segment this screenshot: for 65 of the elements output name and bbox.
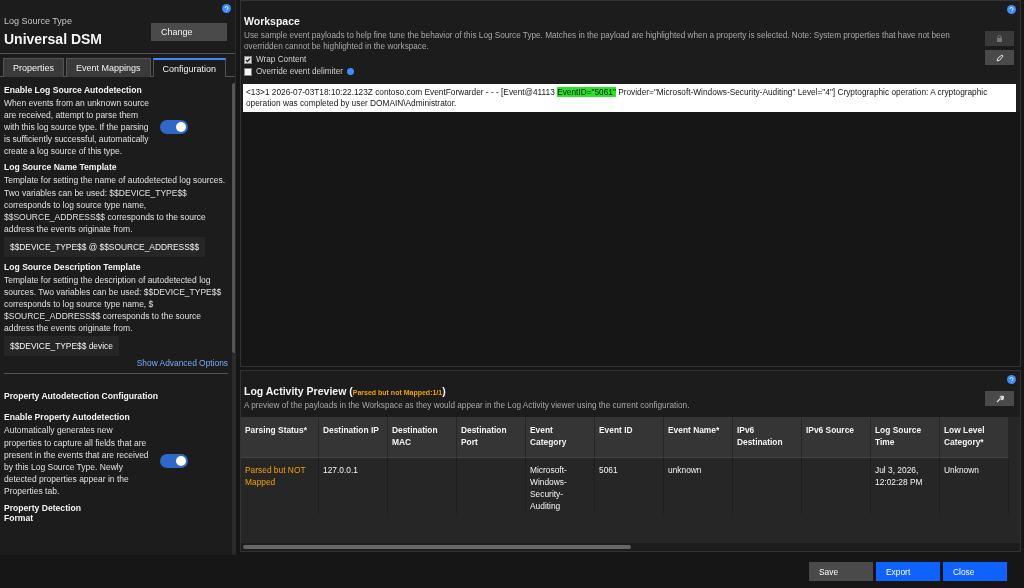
table-cell: Parsed but NOT Mapped xyxy=(241,457,319,514)
column-header[interactable]: IPv6 Source xyxy=(802,417,871,457)
checkbox-label: Wrap Content xyxy=(256,55,307,64)
table-cell xyxy=(457,457,526,514)
panel-description: Use sample event payloads to help fine tune the behavior of this Log Source Type. Matches in the payload are highlighted when a property is selected. Note: System properties that have not been overridden cannot be highlighted in the workspace. xyxy=(244,30,951,52)
info-icon[interactable] xyxy=(346,68,354,75)
help-icon[interactable] xyxy=(1007,375,1016,384)
change-button[interactable]: Change xyxy=(151,23,227,41)
checkbox[interactable] xyxy=(244,55,252,64)
column-header[interactable]: IPv6 Destination xyxy=(733,417,802,457)
footer-button[interactable]: Save xyxy=(809,562,873,581)
log-source-type-name: Universal DSM xyxy=(4,31,103,47)
help-icon[interactable] xyxy=(222,4,231,13)
column-header[interactable]: Destination MAC xyxy=(388,417,457,457)
table-cell: Unknown xyxy=(940,457,1009,514)
column-header[interactable]: Event Category xyxy=(526,417,595,457)
table-cell xyxy=(802,457,871,514)
template-field[interactable]: $$DEVICE_TYPE$$ @ $$SOURCE_ADDRESS$$ xyxy=(4,236,206,257)
advanced-options-link[interactable]: Show Advanced Options xyxy=(136,358,228,372)
column-header[interactable]: Log Source Time xyxy=(871,417,940,457)
scrollbar[interactable] xyxy=(241,543,1020,551)
section-heading: Enable Property Autodetection xyxy=(4,412,131,423)
tab[interactable]: Event Mappings xyxy=(66,58,151,77)
field-label: Log Source Type xyxy=(4,16,73,26)
section-heading: Enable Log Source Autodetection xyxy=(4,85,143,95)
tab[interactable]: Properties xyxy=(3,58,65,77)
footer-button[interactable]: Close xyxy=(943,562,1007,581)
table-cell: 127.0.0.1 xyxy=(319,457,388,514)
table-cell: unknown xyxy=(664,457,733,514)
section-description: Template for setting the name of autodetected log sources. Two variables can be used: $$DEVICE_TYPE$$ corresponds to log source type name, $$SOURCE_ADDRESS$$ corresponds to the source address the events originate from. xyxy=(4,174,227,235)
column-header[interactable]: Low Level Category* xyxy=(940,417,1009,457)
section-heading: Log Source Description Template xyxy=(4,261,142,272)
checkbox[interactable] xyxy=(244,67,252,76)
panel-description: A preview of the payloads in the Workspace as they would appear in the Log Activity viewer using the current configuration. xyxy=(244,400,690,411)
wrench-icon xyxy=(995,394,1004,403)
tab[interactable]: Configuration xyxy=(152,58,227,77)
table-cell xyxy=(388,457,457,514)
section-title: Property Autodetection Configuration xyxy=(4,391,159,402)
column-header[interactable]: Destination Port xyxy=(457,417,526,457)
column-header[interactable]: Parsing Status* xyxy=(241,417,319,457)
pencil-icon xyxy=(995,53,1004,62)
checkbox-label: Override event delimiter xyxy=(256,67,343,76)
footer-button[interactable]: Export xyxy=(876,562,940,581)
lock-button[interactable] xyxy=(985,31,1014,46)
help-icon[interactable] xyxy=(1007,5,1016,14)
event-payload[interactable]: <13>1 2026-07-03T18:10:22.123Z contoso.com EventForwarder - - - [Event@41113 EventID="5061" Provider="Microsoft-Windows-Security-Auditing" Level="4"] Cryptographic operation: A cryptographic operation was completed by user DOMAIN\Administrator. xyxy=(243,84,1016,112)
section-description: When events from an unknown source are received, attempt to parse them with this log source type. If the parsing is sufficiently successful, automatically create a log source of this type. xyxy=(4,97,151,158)
column-header[interactable]: Event ID xyxy=(595,417,664,457)
section-description: Automatically generates new properties to capture all fields that are present in the events that are received by this Log Source Type. Newly detected properties appear in the Properties tab. xyxy=(4,424,150,497)
table-cell: 5061 xyxy=(595,457,664,514)
section-heading: Log Source Name Template xyxy=(4,162,118,173)
table-cell xyxy=(733,457,802,514)
edit-button[interactable] xyxy=(985,50,1014,65)
section-heading: Property Detection Format xyxy=(4,502,82,523)
toggle-switch[interactable] xyxy=(160,453,188,468)
toggle-switch[interactable] xyxy=(160,120,188,135)
template-field[interactable]: $$DEVICE_TYPE$$ device xyxy=(4,336,119,357)
panel-title: Workspace xyxy=(244,15,301,27)
wrench-button[interactable] xyxy=(985,391,1014,406)
lock-icon xyxy=(996,35,1003,42)
section-description: Template for setting the description of autodetected log sources. Two variables can be used: $$DEVICE_TYPE$$ corresponds to log source type name, $ $SOURCE_ADDRESS$$ corresponds to the source address the events originate from. xyxy=(4,273,223,335)
table-cell: Microsoft-Windows-Security-Auditing xyxy=(526,457,595,514)
column-header[interactable]: Event Name* xyxy=(664,417,733,457)
table-cell: Jul 3, 2026, 12:02:28 PM xyxy=(871,457,940,514)
column-header[interactable]: Destination IP xyxy=(319,417,388,457)
